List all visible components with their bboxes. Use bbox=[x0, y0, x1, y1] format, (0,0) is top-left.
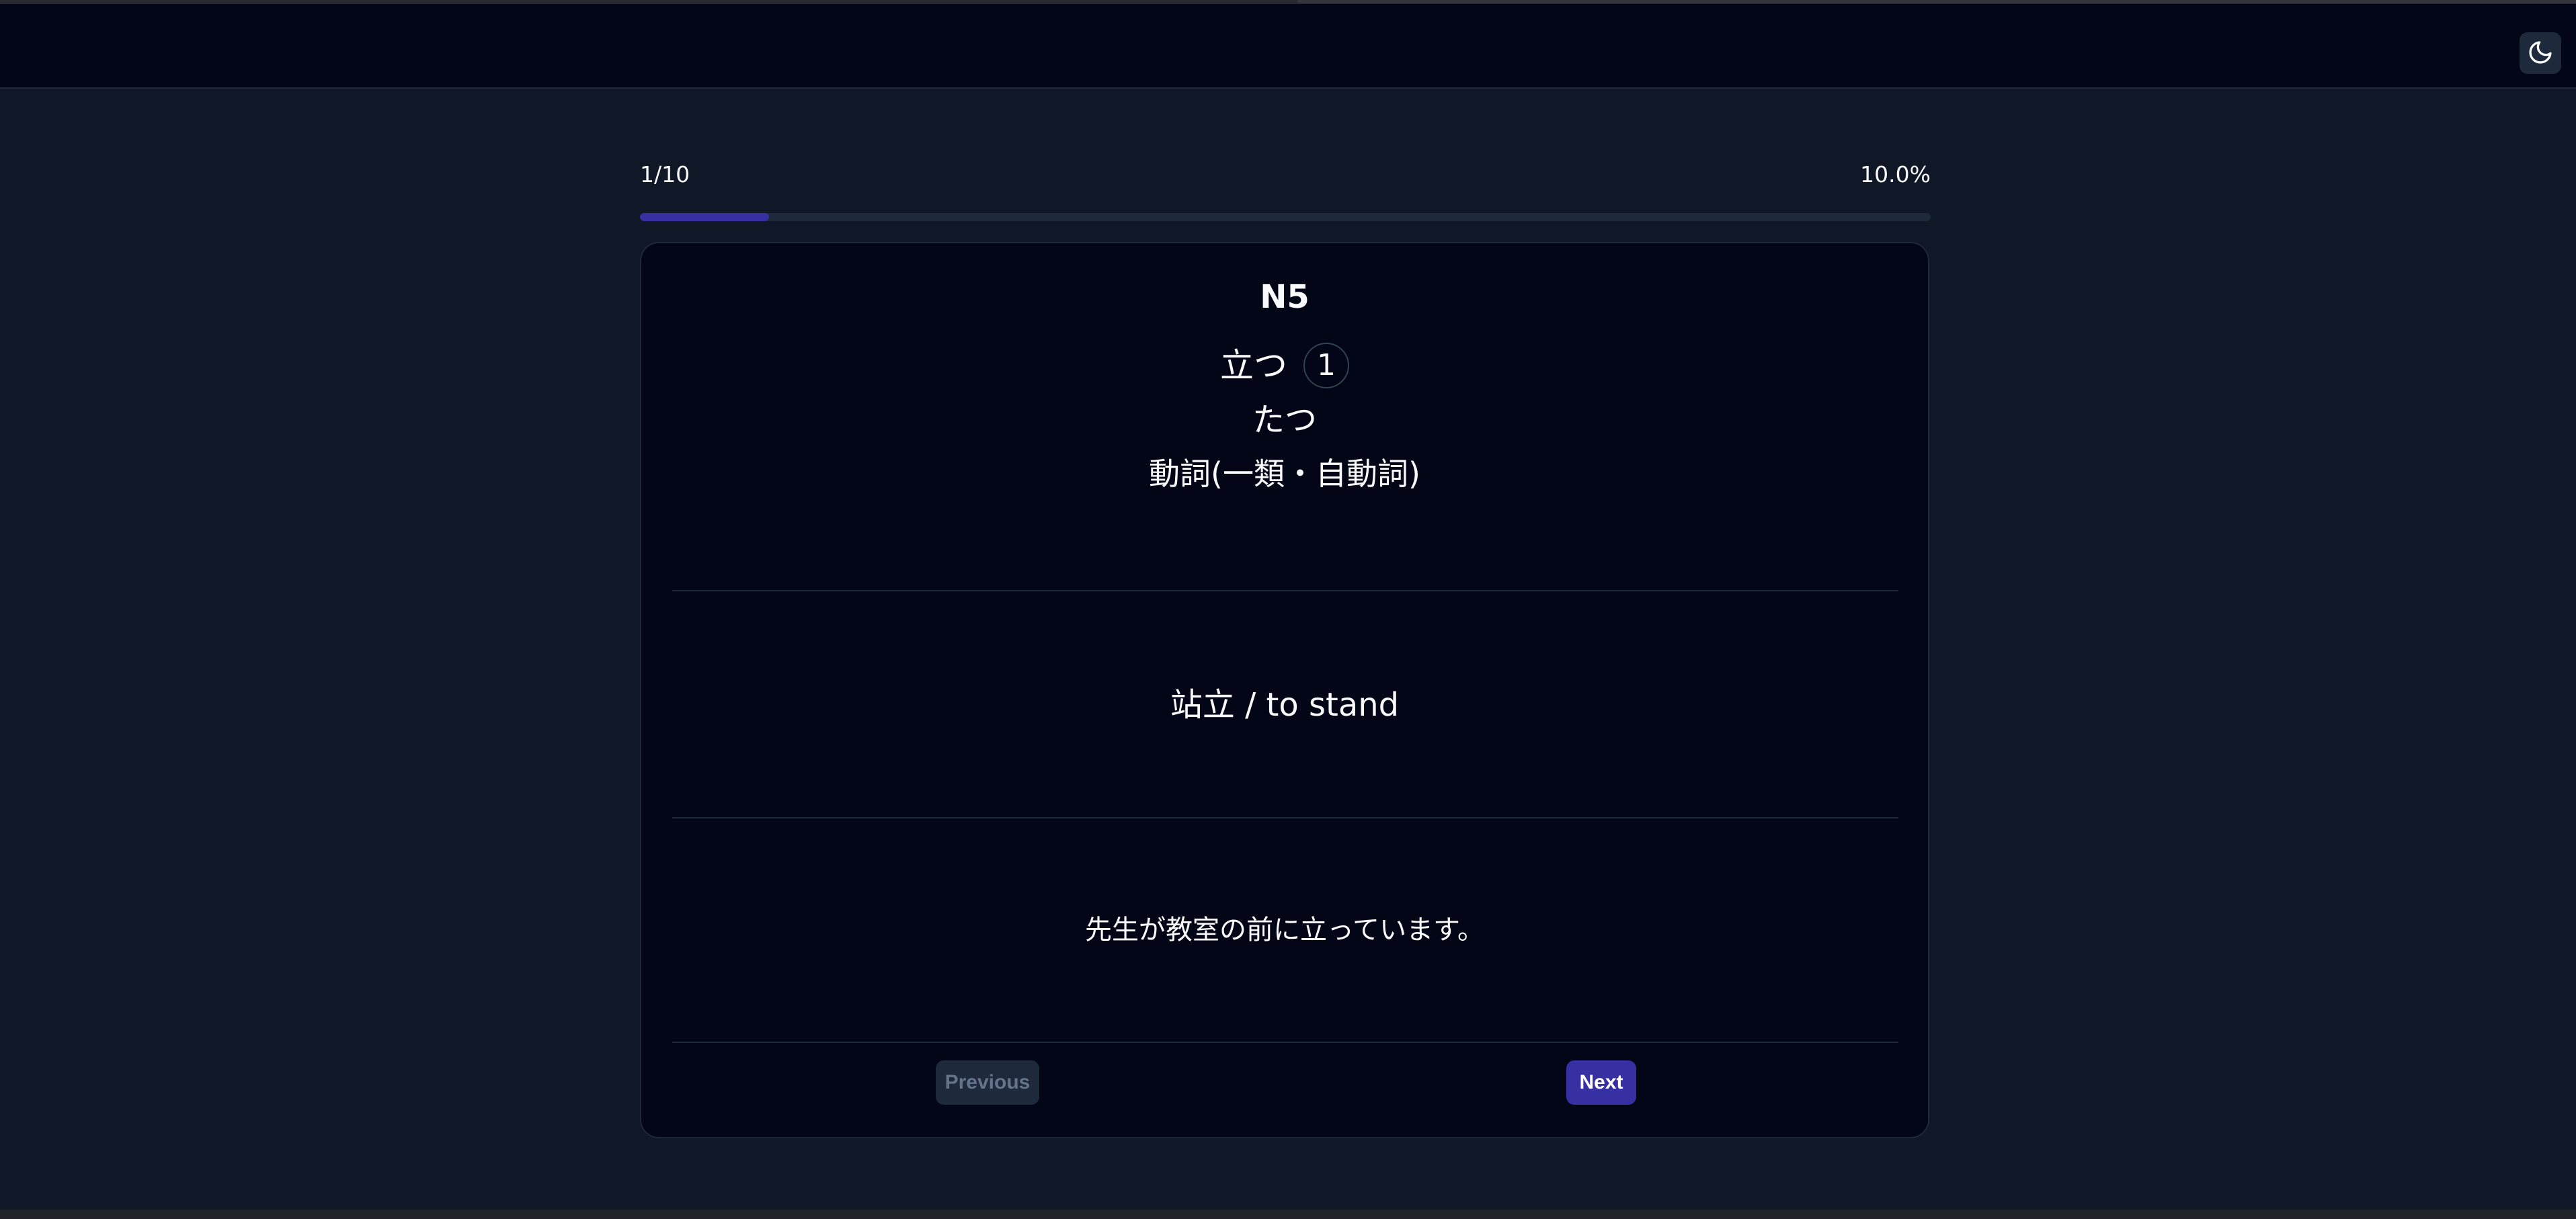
progress-percent: 10.0% bbox=[1860, 161, 1931, 187]
divider bbox=[672, 817, 1898, 818]
word-reading: たつ bbox=[1252, 401, 1317, 439]
progress-bar bbox=[640, 213, 1931, 221]
part-of-speech: 動詞(一類・自動詞) bbox=[1149, 456, 1420, 492]
moon-icon bbox=[2527, 39, 2554, 68]
progress-count: 1/10 bbox=[640, 161, 690, 187]
jlpt-level: N5 bbox=[1260, 278, 1310, 316]
example-sentence: 先生が教室の前に立っています。 bbox=[1085, 915, 1484, 945]
browser-tab-strip bbox=[1297, 0, 2576, 3]
previous-button[interactable]: Previous bbox=[936, 1060, 1039, 1105]
progress-bar-fill bbox=[640, 213, 769, 221]
app-window: 1/10 10.0% N5 立つ 1 たつ 動詞(一類・自動詞) 站立 / to… bbox=[0, 0, 2576, 1219]
flashcard: N5 立つ 1 たつ 動詞(一類・自動詞) 站立 / to stand 先生が教… bbox=[640, 242, 1929, 1138]
theme-toggle-button[interactable] bbox=[2520, 32, 2561, 74]
word-meaning: 站立 / to stand bbox=[1170, 686, 1400, 724]
word-row: 立つ 1 bbox=[641, 343, 1928, 388]
vocab-word: 立つ bbox=[1220, 346, 1287, 385]
pitch-accent-badge: 1 bbox=[1303, 343, 1349, 388]
window-bottom-edge bbox=[0, 1210, 2576, 1219]
divider bbox=[672, 590, 1898, 591]
next-button[interactable]: Next bbox=[1566, 1060, 1636, 1105]
top-navbar bbox=[0, 4, 2576, 89]
divider bbox=[672, 1042, 1898, 1043]
